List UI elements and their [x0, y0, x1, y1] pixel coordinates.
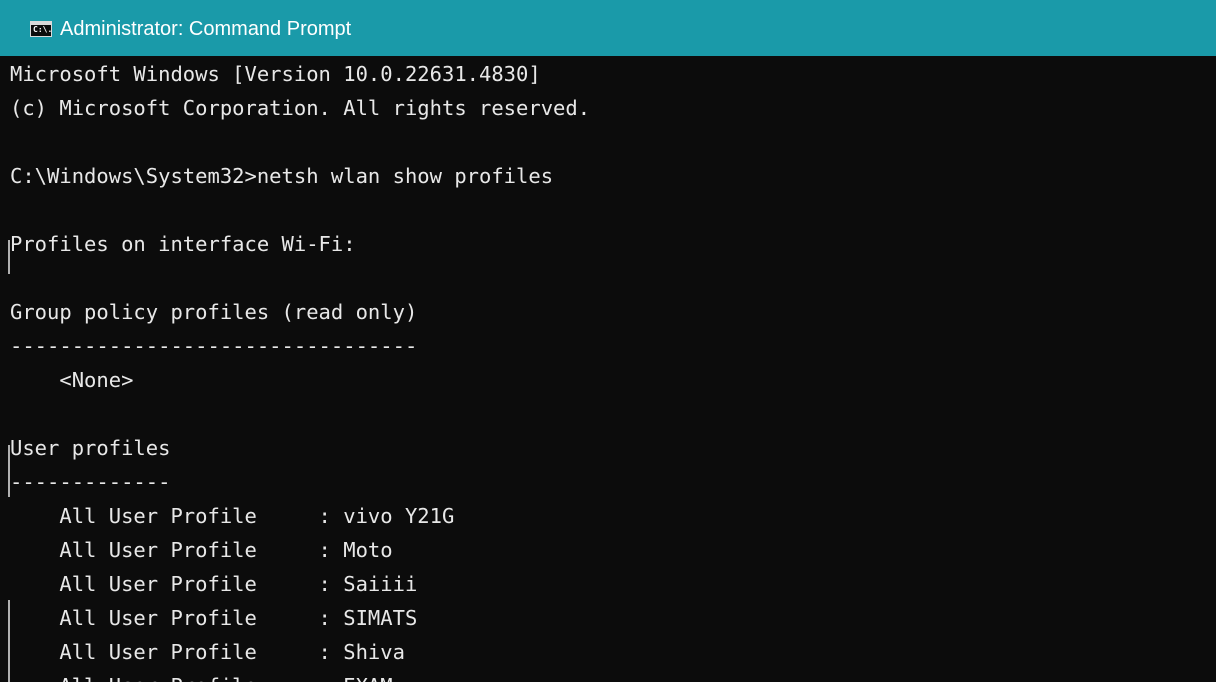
console-line: (c) Microsoft Corporation. All rights re… — [10, 96, 591, 120]
console-line: Profiles on interface Wi-Fi: — [10, 232, 356, 256]
window-title: Administrator: Command Prompt — [60, 18, 352, 40]
profile-line: All User Profile : Shiva — [10, 640, 405, 664]
profile-line: All User Profile : vivo Y21G — [10, 504, 455, 528]
console-output[interactable]: Microsoft Windows [Version 10.0.22631.48… — [10, 57, 1210, 682]
cmd-icon[interactable]: C:\. — [30, 21, 52, 37]
profile-line: All User Profile : Saiiii — [10, 572, 418, 596]
title-bar[interactable]: C:\. Administrator: Command Prompt — [0, 0, 1216, 56]
console-line: User profiles — [10, 436, 171, 460]
profile-line: All User Profile : EXAM — [10, 669, 1210, 682]
selection-marker — [8, 445, 10, 497]
command-prompt-window: C:\. Administrator: Command Prompt Micro… — [0, 0, 1216, 682]
profile-line: All User Profile : Moto — [10, 538, 393, 562]
selection-marker — [8, 600, 10, 682]
console-line: <None> — [10, 368, 134, 392]
console-line: Microsoft Windows [Version 10.0.22631.48… — [10, 62, 541, 86]
console-line: --------------------------------- — [10, 334, 418, 358]
cmd-icon-glyph: C:\. — [33, 25, 52, 34]
console-command-line: C:\Windows\System32>netsh wlan show prof… — [10, 164, 554, 188]
console-line: Group policy profiles (read only) — [10, 300, 418, 324]
profile-line: All User Profile : SIMATS — [10, 606, 418, 630]
selection-marker — [8, 240, 10, 274]
console-line: ------------- — [10, 470, 171, 494]
